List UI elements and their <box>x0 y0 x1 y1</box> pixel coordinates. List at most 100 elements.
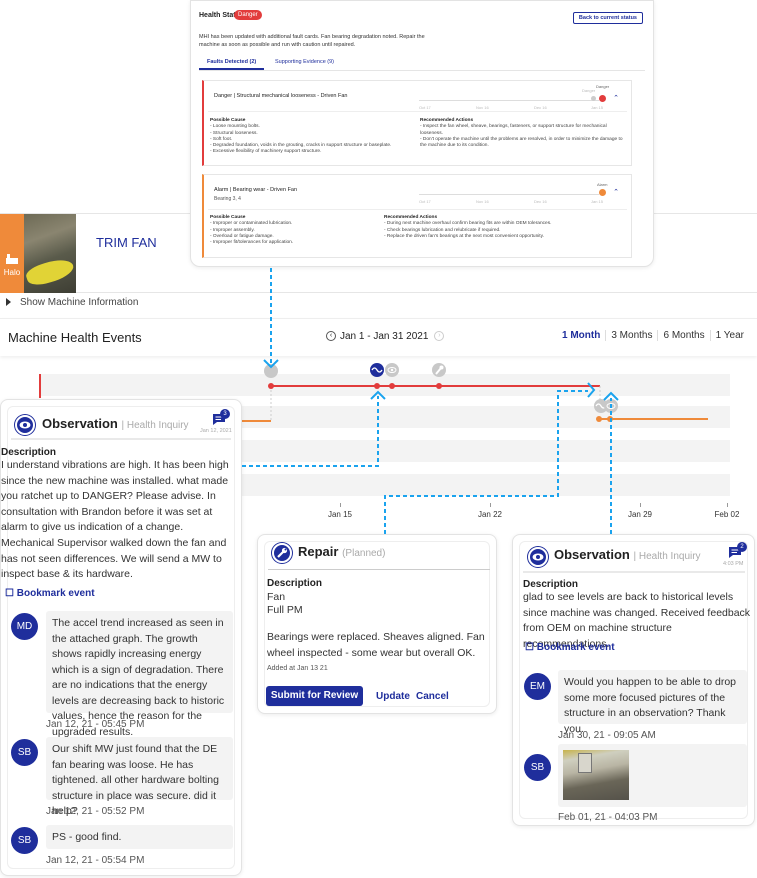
fault-subtitle: Bearing 3, 4 <box>214 196 241 202</box>
action-item: - Don't operate the machine until the pr… <box>420 136 623 149</box>
health-status-card: Health Status Danger Back to current sta… <box>190 0 654 267</box>
tab-faults-detected[interactable]: Faults Detected (2) <box>199 59 265 70</box>
observation-card-right: Observation | Health Inquiry 2 4:03 PM D… <box>512 534 755 826</box>
wrench-event-icon <box>432 363 446 377</box>
observation-event-icon <box>604 399 618 413</box>
vibration-event-icon <box>370 363 384 377</box>
fault-card-alarm: Alarm | Bearing wear - Driven Fan Bearin… <box>202 174 632 258</box>
comment-bubble <box>558 744 747 807</box>
mini-tick-label: Jan 15 <box>591 105 604 110</box>
range-1-month[interactable]: 1 Month <box>557 330 605 341</box>
cancel-button[interactable]: Cancel <box>416 691 449 702</box>
description-line: Full PM <box>267 604 303 616</box>
back-to-current-status-button[interactable]: Back to current status <box>572 12 643 24</box>
prev-range-icon[interactable]: ‹ <box>326 331 336 342</box>
action-item: - Replace the driven fan's bearings at t… <box>384 233 545 239</box>
range-6-months[interactable]: 6 Months <box>657 330 709 341</box>
comment-time: Jan 30, 21 - 09:05 AM <box>558 730 656 741</box>
submit-for-review-button[interactable]: Submit for Review <box>266 686 363 706</box>
observation-title: Observation | Health Inquiry <box>42 416 189 431</box>
range-3-months[interactable]: 3 Months <box>605 330 657 341</box>
description-text: I understand vibrations are high. It has… <box>1 459 229 533</box>
comment-time: Jan 12, 21 - 05:52 PM <box>46 806 145 817</box>
comment-count-badge: 3 <box>220 409 230 419</box>
fault-title: Alarm | Bearing wear - Driven Fan <box>214 187 298 193</box>
event-dot <box>596 416 602 422</box>
observation-event-icon <box>385 363 399 377</box>
date-range-label: Jan 1 - Jan 31 2021 <box>340 331 429 342</box>
mini-tick-label: Jan 15 <box>591 199 604 204</box>
machine-photo <box>24 214 76 294</box>
events-header: Machine Health Events ‹ Jan 1 - Jan 31 20… <box>0 318 757 356</box>
mini-timeline-axis <box>419 100 599 101</box>
tab-supporting-evidence[interactable]: Supporting Evidence (9) <box>267 59 342 65</box>
range-options: 1 Month 3 Months 6 Months 1 Year <box>557 330 749 341</box>
avatar: MD <box>11 613 38 640</box>
event-dot <box>436 383 442 389</box>
mini-tick-label: Dec 16 <box>534 199 547 204</box>
event-dot <box>374 383 380 389</box>
event-dot <box>607 416 613 422</box>
event-marker-icon <box>264 364 278 378</box>
update-button[interactable]: Update <box>376 691 410 702</box>
avatar: EM <box>524 673 551 700</box>
health-status-description: MHI has been updated with additional fau… <box>199 34 425 48</box>
comment-bubble: Our shift MW just found that the DE fan … <box>46 737 233 817</box>
collapse-chevron-icon[interactable]: ⌃ <box>613 188 619 196</box>
action-item: - Inspect the fan wheel, sheave, bearing… <box>420 124 607 136</box>
mini-tick-label: Dec 16 <box>534 105 547 110</box>
avatar: SB <box>11 739 38 766</box>
description-text-2: Mechanical Supervisor walked down the fa… <box>1 537 227 580</box>
title-text: Observation <box>42 416 118 431</box>
divider <box>268 569 490 570</box>
mini-marker-label: Danger <box>596 84 610 89</box>
machine-name[interactable]: TRIM FAN <box>96 235 157 250</box>
observation-type: | Health Inquiry <box>121 420 189 431</box>
status-badge: Danger <box>234 10 262 20</box>
halo-label: Halo <box>3 268 21 277</box>
comment-time: Jan 12, 21 - 05:45 PM <box>46 719 145 730</box>
description-label: Description <box>1 447 57 458</box>
cause-item: - Improper fit/tolerances for applicatio… <box>210 240 294 246</box>
mini-tick-label: Oct 17 <box>419 199 431 204</box>
collapse-chevron-icon[interactable]: ⌃ <box>613 94 619 102</box>
observation-type: | Health Inquiry <box>633 551 701 562</box>
bookmark-icon: ☐ <box>525 642 534 653</box>
events-title: Machine Health Events <box>8 330 142 345</box>
possible-cause: Possible Cause - Improper or contaminate… <box>210 215 370 246</box>
repair-card: Repair (Planned) Description Fan Full PM… <box>257 534 497 714</box>
mini-tick-label: Nov 16 <box>476 199 489 204</box>
attachment-photo[interactable] <box>563 750 629 800</box>
cause-item: - Excessive flexibility of machinery sup… <box>210 149 322 155</box>
comment-time: Feb 01, 21 - 04:03 PM <box>558 812 658 823</box>
bookmark-event-link[interactable]: ☐ Bookmark event <box>5 588 95 599</box>
halo-tab[interactable]: Halo <box>0 214 24 294</box>
show-machine-info-label: Show Machine Information <box>20 297 139 308</box>
mini-timeline-axis <box>419 194 599 195</box>
comment-count-badge: 2 <box>737 542 747 552</box>
observation-title: Observation | Health Inquiry <box>554 547 701 562</box>
bookmark-label: Bookmark event <box>16 588 95 599</box>
divider <box>523 571 745 573</box>
added-at: Added at Jan 13 21 <box>267 665 328 672</box>
recommended-actions: Recommended Actions - During next machin… <box>384 215 624 240</box>
show-machine-info-toggle[interactable]: Show Machine Information <box>0 293 757 313</box>
range-1-year[interactable]: 1 Year <box>709 330 749 341</box>
observation-eye-icon <box>15 415 35 435</box>
repair-body: Bearings were replaced. Sheaves aligned.… <box>267 631 485 659</box>
divider <box>208 111 627 112</box>
bookmark-event-link[interactable]: ☐ Bookmark event <box>525 642 615 653</box>
divider <box>208 209 627 210</box>
comment-bubble: Would you happen to be able to drop some… <box>558 670 747 735</box>
event-dot <box>389 383 395 389</box>
mini-tick-label: Nov 16 <box>476 105 489 110</box>
mini-marker-label: Alarm <box>597 182 608 187</box>
mini-marker-current <box>599 95 606 102</box>
expand-triangle-icon <box>6 298 11 306</box>
repair-title: Repair (Planned) <box>298 544 385 559</box>
next-range-icon[interactable]: › <box>434 331 445 342</box>
divider <box>11 438 231 440</box>
fault-title: Danger | Structural mechanical looseness… <box>214 93 348 99</box>
observation-card-left: Observation | Health Inquiry 3 Jan 12, 2… <box>0 399 242 876</box>
comment-bubble: PS - good find. <box>46 825 233 849</box>
